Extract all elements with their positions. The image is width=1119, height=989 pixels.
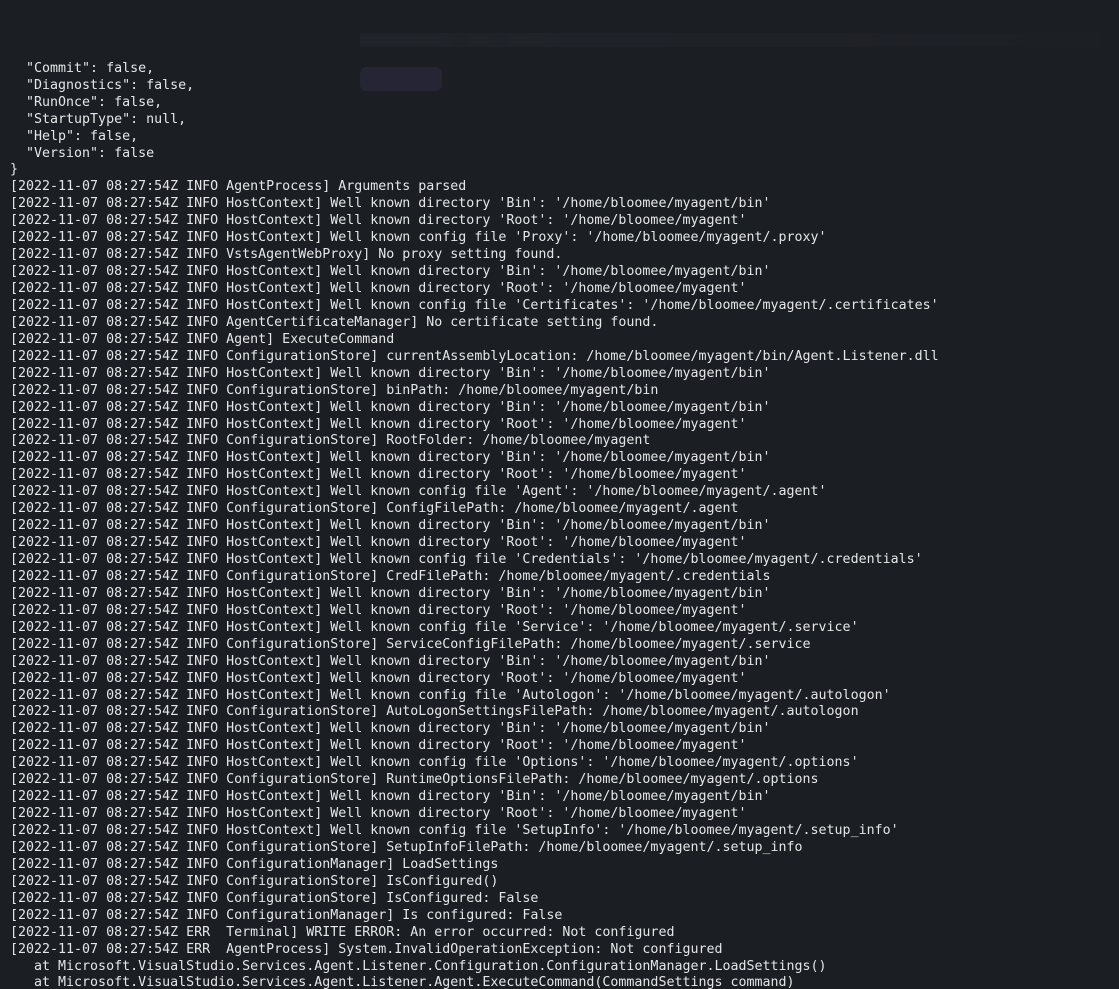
terminal-output-line: [2022-11-07 08:27:54Z ERR Terminal] WRIT…	[10, 924, 675, 940]
terminal-output-line: "Help": false,	[10, 128, 139, 144]
terminal-output-line: [2022-11-07 08:27:54Z INFO HostContext] …	[10, 196, 771, 212]
terminal-output: "Commit": false, "Diagnostics": false, "…	[10, 10, 1119, 989]
terminal-output-line: [2022-11-07 08:27:54Z INFO AgentCertific…	[10, 314, 659, 330]
terminal-output-line: [2022-11-07 08:27:54Z INFO HostContext] …	[10, 738, 747, 754]
terminal-output-line: [2022-11-07 08:27:54Z INFO HostContext] …	[10, 213, 747, 229]
terminal-output-line: [2022-11-07 08:27:54Z INFO HostContext] …	[10, 619, 859, 635]
terminal-output-line: [2022-11-07 08:27:54Z INFO Configuration…	[10, 772, 819, 788]
terminal-output-line: [2022-11-07 08:27:54Z INFO HostContext] …	[10, 264, 771, 280]
terminal-output-line: [2022-11-07 08:27:54Z INFO HostContext] …	[10, 281, 747, 297]
terminal-output-line: [2022-11-07 08:27:54Z INFO HostContext] …	[10, 670, 747, 686]
terminal-output-line: [2022-11-07 08:27:54Z INFO HostContext] …	[10, 585, 771, 601]
terminal-output-line: [2022-11-07 08:27:54Z INFO VstsAgentWebP…	[10, 247, 563, 263]
terminal-output-line: [2022-11-07 08:27:54Z INFO HostContext] …	[10, 755, 859, 771]
terminal-output-line: "Diagnostics": false,	[10, 77, 195, 93]
terminal-output-line: [2022-11-07 08:27:54Z INFO HostContext] …	[10, 416, 747, 432]
terminal-output-line: [2022-11-07 08:27:54Z INFO HostContext] …	[10, 230, 827, 246]
terminal-output-line: [2022-11-07 08:27:54Z INFO Configuration…	[10, 873, 499, 889]
terminal-output-line: [2022-11-07 08:27:54Z ERR AgentProcess] …	[10, 941, 723, 957]
terminal-output-line: "RunOnce": false,	[10, 94, 163, 110]
terminal-window[interactable]: "Commit": false, "Diagnostics": false, "…	[0, 0, 1119, 989]
terminal-output-line: [2022-11-07 08:27:54Z INFO Configuration…	[10, 348, 939, 364]
terminal-output-line: "StartupType": null,	[10, 111, 187, 127]
terminal-output-line: [2022-11-07 08:27:54Z INFO AgentProcess]…	[10, 179, 467, 195]
terminal-output-line: [2022-11-07 08:27:54Z INFO HostContext] …	[10, 789, 771, 805]
terminal-output-line: [2022-11-07 08:27:54Z INFO HostContext] …	[10, 467, 747, 483]
terminal-output-line: [2022-11-07 08:27:54Z INFO Configuration…	[10, 568, 771, 584]
terminal-output-line: [2022-11-07 08:27:54Z INFO Configuration…	[10, 856, 499, 872]
terminal-output-line: [2022-11-07 08:27:54Z INFO Configuration…	[10, 636, 811, 652]
terminal-output-line: [2022-11-07 08:27:54Z INFO HostContext] …	[10, 653, 771, 669]
terminal-output-line: [2022-11-07 08:27:54Z INFO HostContext] …	[10, 297, 939, 313]
terminal-output-line: [2022-11-07 08:27:54Z INFO HostContext] …	[10, 535, 747, 551]
terminal-output-line: [2022-11-07 08:27:54Z INFO HostContext] …	[10, 365, 771, 381]
terminal-output-line: [2022-11-07 08:27:54Z INFO HostContext] …	[10, 399, 771, 415]
terminal-output-line: [2022-11-07 08:27:54Z INFO HostContext] …	[10, 518, 771, 534]
terminal-output-line: [2022-11-07 08:27:54Z INFO Configuration…	[10, 501, 739, 517]
terminal-output-line: "Commit": false,	[10, 60, 155, 76]
terminal-output-line: [2022-11-07 08:27:54Z INFO HostContext] …	[10, 450, 771, 466]
terminal-output-line: [2022-11-07 08:27:54Z INFO Agent] Execut…	[10, 331, 395, 347]
terminal-output-line: [2022-11-07 08:27:54Z INFO Configuration…	[10, 382, 659, 398]
terminal-output-line: at Microsoft.VisualStudio.Services.Agent…	[10, 958, 827, 974]
terminal-output-line: [2022-11-07 08:27:54Z INFO Configuration…	[10, 907, 563, 923]
terminal-output-line: [2022-11-07 08:27:54Z INFO HostContext] …	[10, 823, 899, 839]
terminal-output-line: at Microsoft.VisualStudio.Services.Agent…	[10, 975, 795, 989]
terminal-output-line: [2022-11-07 08:27:54Z INFO Configuration…	[10, 890, 539, 906]
terminal-output-line: [2022-11-07 08:27:54Z INFO HostContext] …	[10, 484, 827, 500]
terminal-output-line: [2022-11-07 08:27:54Z INFO HostContext] …	[10, 552, 923, 568]
terminal-output-line: }	[10, 162, 19, 178]
terminal-output-line: [2022-11-07 08:27:54Z INFO HostContext] …	[10, 687, 891, 703]
terminal-output-line: "Version": false	[10, 145, 155, 161]
terminal-output-line: [2022-11-07 08:27:54Z INFO HostContext] …	[10, 806, 747, 822]
terminal-output-line: [2022-11-07 08:27:54Z INFO Configuration…	[10, 839, 803, 855]
terminal-output-line: [2022-11-07 08:27:54Z INFO Configuration…	[10, 704, 859, 720]
terminal-output-line: [2022-11-07 08:27:54Z INFO Configuration…	[10, 433, 651, 449]
terminal-output-line: [2022-11-07 08:27:54Z INFO HostContext] …	[10, 721, 771, 737]
terminal-output-line: [2022-11-07 08:27:54Z INFO HostContext] …	[10, 602, 747, 618]
